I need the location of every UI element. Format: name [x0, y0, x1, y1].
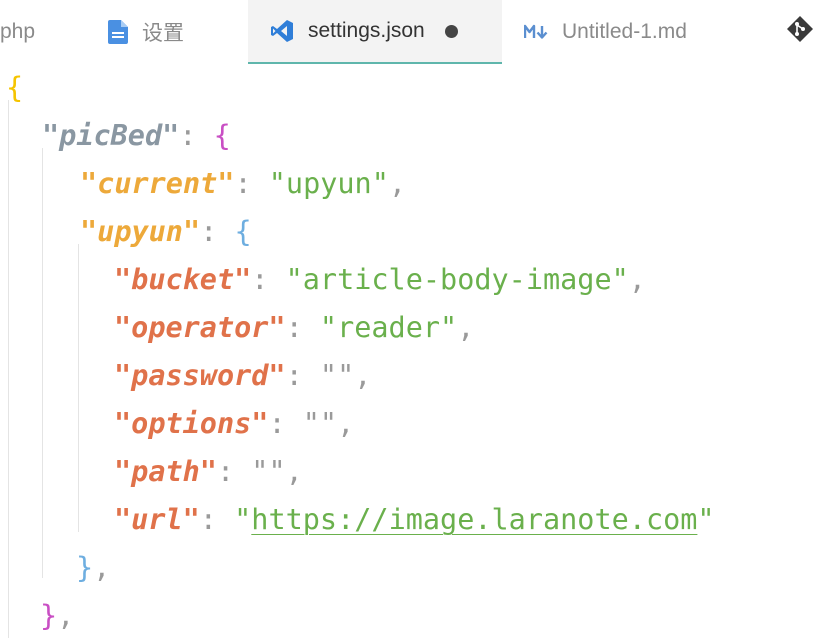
tab-settings-json[interactable]: settings.json [248, 0, 502, 64]
colon: : [285, 359, 320, 392]
code-line-6: "operator": "reader", [114, 304, 474, 352]
code-line-4: "upyun": { [80, 208, 252, 256]
comma: , [354, 359, 372, 392]
brace: } [40, 599, 58, 632]
quote: " [697, 503, 715, 536]
tab-settings-ui[interactable]: 设置 [108, 0, 228, 64]
tab-label: php [0, 20, 36, 43]
markdown-icon [524, 24, 550, 40]
colon: : [268, 407, 303, 440]
indent-guide [78, 244, 79, 532]
tab-untitled-md[interactable]: Untitled-1.md [524, 0, 734, 64]
json-editor[interactable]: { "picBed": { "current": "upyun", "upyun… [0, 64, 814, 638]
json-key: "current" [80, 167, 235, 200]
json-key: "upyun" [80, 215, 201, 248]
indent-guide [8, 100, 9, 638]
code-line-12: }, [40, 592, 74, 640]
tab-label: Untitled-1.md [562, 20, 687, 43]
json-key: "bucket" [114, 263, 252, 296]
colon: : [251, 263, 286, 296]
comma: , [628, 263, 646, 296]
json-key: "picBed" [42, 119, 180, 152]
json-key: "path" [114, 455, 217, 488]
json-key: "password" [114, 359, 286, 392]
brace: { [213, 119, 231, 152]
code-line-10: "url": "https://image.laranote.com" [114, 496, 715, 544]
comma: , [457, 311, 475, 344]
brace: { [6, 71, 24, 104]
vscode-icon [270, 19, 294, 43]
tab-bar: php 设置 settings.json Untitled-1.md [0, 0, 814, 64]
json-value: "" [302, 407, 338, 440]
comma: , [388, 167, 407, 200]
file-icon [108, 20, 128, 44]
indent-guide [42, 148, 43, 578]
brace: } [76, 551, 94, 584]
code-line-8: "options": "", [114, 400, 354, 448]
code-line-9: "path": "", [114, 448, 303, 496]
json-value: "" [319, 359, 355, 392]
git-icon [786, 15, 814, 49]
tab-label: 设置 [142, 22, 184, 45]
code-line-2: "picBed": { [42, 112, 231, 160]
colon: : [200, 215, 235, 248]
json-key: "options" [114, 407, 269, 440]
colon: : [216, 455, 252, 488]
quote: " [234, 503, 252, 536]
json-value: "" [251, 455, 286, 488]
code-line-5: "bucket": "article-body-image", [114, 256, 646, 304]
code-line-7: "password": "", [114, 352, 371, 400]
comma: , [57, 599, 75, 632]
code-line-1: { [6, 64, 23, 112]
colon: : [234, 167, 269, 200]
comma: , [93, 551, 111, 584]
json-key: "url" [114, 503, 200, 536]
colon: : [285, 311, 320, 344]
brace: { [234, 215, 252, 248]
json-value: "reader" [319, 311, 458, 344]
json-value: "upyun" [268, 167, 389, 200]
url-link[interactable]: https://image.laranote.com [251, 503, 697, 536]
comma: , [337, 407, 355, 440]
unsaved-dot-icon[interactable] [444, 24, 458, 38]
json-value: "article-body-image" [285, 263, 629, 296]
git-compare-button[interactable] [786, 0, 814, 64]
colon: : [179, 119, 214, 152]
json-key: "operator" [114, 311, 286, 344]
tab-php[interactable]: php [0, 0, 70, 64]
code-line-3: "current": "upyun", [80, 160, 406, 208]
tab-label: settings.json [308, 19, 425, 42]
code-line-11: }, [76, 544, 110, 592]
comma: , [285, 455, 303, 488]
colon: : [199, 503, 235, 536]
